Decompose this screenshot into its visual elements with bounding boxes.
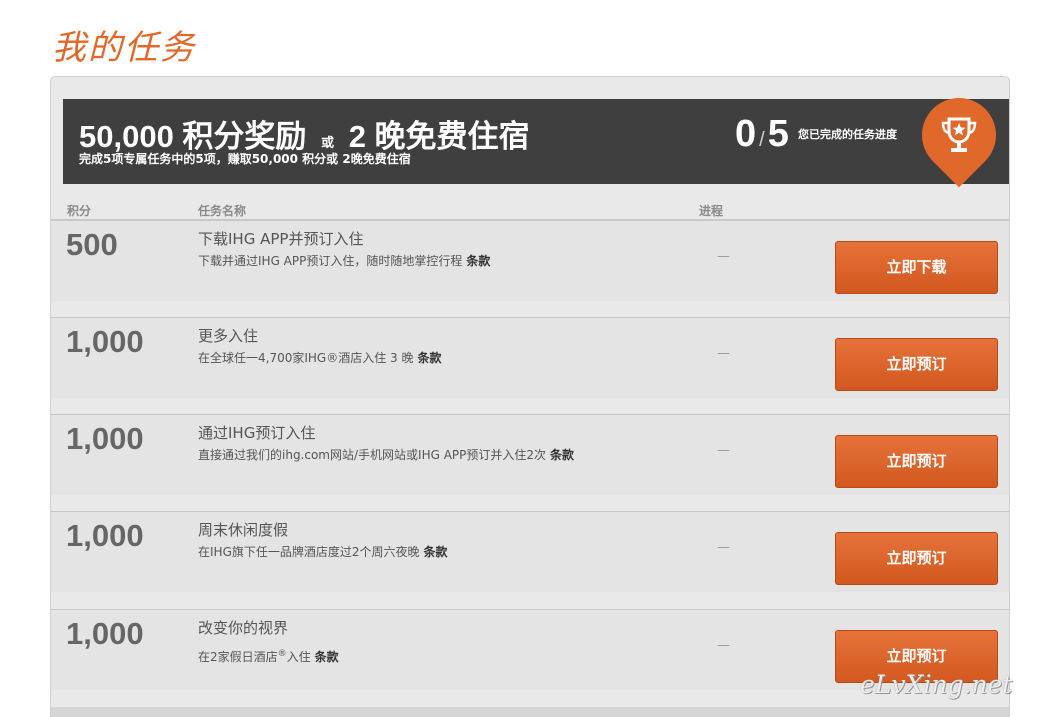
task-progress: — [717,443,730,458]
task-row: 1,000 更多入住 在全球任一4,700家IHG®酒店入住 3 晚条款 — 立… [51,317,1009,414]
watermark: eLvXing.net [860,670,1013,699]
or-label: 或 [321,135,335,150]
task-progress: — [717,249,730,264]
task-points: 1,000 [66,518,144,553]
total-count: 5 [767,113,789,155]
task-points: 500 [66,227,118,262]
task-progress: — [717,346,730,361]
count-separator: / [759,129,765,151]
terms-link[interactable]: 条款 [550,448,574,462]
task-points: 1,000 [66,324,144,359]
task-row: 500 下载IHG APP并预订入住 下载并通过IHG APP预订入住，随时随地… [51,220,1009,317]
task-progress: — [717,638,730,653]
book-now-button[interactable]: 立即预订 [835,338,998,391]
terms-link[interactable]: 条款 [417,351,441,365]
task-desc-text: 在全球任一4,700家IHG®酒店入住 3 晚 [198,351,414,365]
task-description: 直接通过我们的ihg.com网站/手机网站或IHG APP预订并入住2次 条款 [198,446,574,463]
task-points: 1,000 [66,421,144,456]
task-name: 改变你的视界 [198,619,289,637]
progress-label: 您已完成的任务进度 [798,128,897,141]
points-reward: 50,000 积分奖励 [79,119,307,154]
task-progress: — [717,540,730,555]
task-name: 下载IHG APP并预订入住 [198,230,364,248]
trophy-icon [941,117,977,152]
task-desc-tail: 入住 [286,650,311,664]
panel-footer [51,707,1009,717]
task-progress-count: 0/5 [735,115,789,153]
book-now-button[interactable]: 立即预订 [835,532,998,585]
task-desc-text: 在2家假日酒店 [198,650,278,664]
completed-count: 0 [735,113,757,155]
task-description: 在2家假日酒店®入住 条款 [198,648,339,665]
task-desc-text: 直接通过我们的ihg.com网站/手机网站或IHG APP预订并入住2次 [198,448,547,462]
task-desc-text: 下载并通过IHG APP预订入住，随时随地掌控行程 [198,254,463,268]
task-desc-text: 在IHG旗下任一品牌酒店度过2个周六夜晚 [198,545,420,559]
task-description: 下载并通过IHG APP预订入住，随时随地掌控行程 条款 [198,252,490,269]
reward-subtitle: 完成5项专属任务中的5项，赚取50,000 积分或 2晚免费住宿 [79,152,411,166]
task-description: 在全球任一4,700家IHG®酒店入住 3 晚条款 [198,349,442,366]
column-header-progress: 进程 [699,204,724,218]
task-points: 1,000 [66,616,144,651]
terms-link[interactable]: 条款 [315,650,339,664]
registered-mark: ® [277,649,287,659]
task-row: 1,000 周末休闲度假 在IHG旗下任一品牌酒店度过2个周六夜晚 条款 — 立即… [51,511,1009,608]
task-name: 周末休闲度假 [198,521,289,539]
task-name: 更多入住 [198,327,259,345]
task-row: 1,000 通过IHG预订入住 直接通过我们的ihg.com网站/手机网站或IH… [51,414,1009,511]
stay-reward: 2 晚免费住宿 [348,119,530,154]
reward-banner: 50,000 积分奖励 或 2 晚免费住宿 完成5项专属任务中的5项，赚取50,… [63,99,1009,184]
column-header-points: 积分 [67,204,92,218]
task-name: 通过IHG预订入住 [198,424,316,442]
book-now-button[interactable]: 立即预订 [835,435,998,488]
download-now-button[interactable]: 立即下载 [835,241,998,294]
column-header-task-name: 任务名称 [198,204,247,218]
task-description: 在IHG旗下任一品牌酒店度过2个周六夜晚 条款 [198,543,448,560]
page-title: 我的任务 [52,28,196,68]
terms-link[interactable]: 条款 [466,254,490,268]
terms-link[interactable]: 条款 [424,545,448,559]
